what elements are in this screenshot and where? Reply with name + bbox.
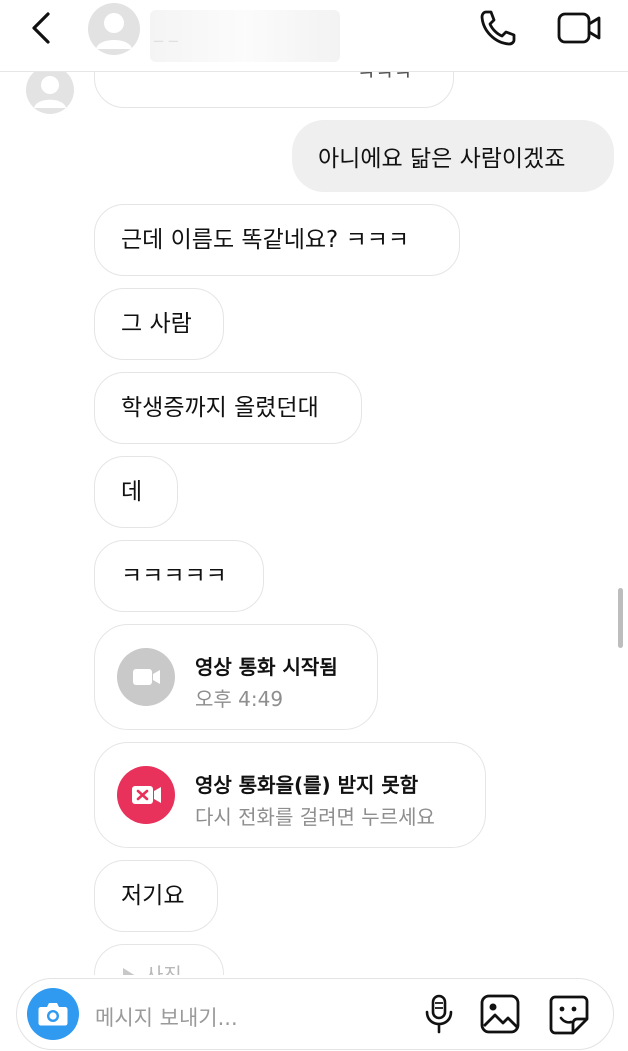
call-subtitle: 다시 전화를 걸려면 누르세요 — [195, 805, 435, 829]
message-bubble[interactable]: 그 사람 — [94, 288, 224, 360]
image-icon[interactable] — [479, 993, 521, 1035]
message-input[interactable]: 메시지 보내기... — [95, 1002, 238, 1032]
message-text: 데 — [121, 478, 143, 505]
camera-icon[interactable] — [27, 988, 79, 1040]
call-title: 영상 통화 시작됨 — [195, 655, 338, 679]
message-text: 그 사람 — [121, 310, 192, 337]
message-text: ㅋㅋㅋㅋㅋ — [121, 562, 227, 589]
message-bubble[interactable]: ㅋㅋㅋㅋㅋ — [94, 540, 264, 612]
video-camera-icon — [117, 648, 175, 706]
message-bubble[interactable]: 데 — [94, 456, 178, 528]
phone-icon[interactable] — [476, 6, 520, 50]
video-camera-icon[interactable] — [555, 6, 603, 50]
message-text: 사진 — [145, 963, 182, 975]
message-thread[interactable]: ㅋㅋㅋ 아니에요 닮은 사람이겠죠 근데 이름도 똑같네요? ㅋㅋㅋ 그 사람 … — [0, 0, 628, 975]
play-icon — [123, 968, 135, 975]
blurred-contact-name[interactable] — [150, 10, 340, 62]
call-title: 영상 통화을(를) 받지 못함 — [195, 773, 419, 797]
contact-avatar[interactable] — [26, 66, 74, 114]
message-text: 저기요 — [121, 882, 185, 909]
message-text: 아니에요 닮은 사람이겠죠 — [318, 146, 566, 172]
chat-header: _ _ — [0, 0, 628, 72]
message-bubble[interactable]: 학생증까지 올렸던대 — [94, 372, 362, 444]
message-text: 근데 이름도 똑같네요? ㅋㅋㅋ — [121, 226, 410, 253]
message-text: 학생증까지 올렸던대 — [121, 394, 319, 421]
scrollbar[interactable] — [618, 588, 623, 648]
message-bubble[interactable]: 저기요 — [94, 860, 218, 932]
photo-message-bubble[interactable]: 사진 — [94, 944, 224, 975]
microphone-icon[interactable] — [421, 993, 457, 1035]
contact-name[interactable]: _ _ — [154, 22, 178, 43]
sticker-icon[interactable] — [547, 993, 591, 1037]
video-call-started-card[interactable]: 영상 통화 시작됨 오후 4:49 — [94, 624, 378, 730]
chevron-left-icon[interactable] — [22, 8, 62, 48]
contact-avatar[interactable] — [88, 3, 140, 55]
outgoing-message-bubble[interactable]: 아니에요 닮은 사람이겠죠 — [292, 120, 614, 192]
message-composer: 메시지 보내기... — [16, 978, 614, 1050]
message-bubble[interactable]: 근데 이름도 똑같네요? ㅋㅋㅋ — [94, 204, 460, 276]
missed-video-call-icon — [117, 766, 175, 824]
call-time: 오후 4:49 — [195, 687, 284, 711]
missed-video-call-card[interactable]: 영상 통화을(를) 받지 못함 다시 전화를 걸려면 누르세요 — [94, 742, 486, 848]
